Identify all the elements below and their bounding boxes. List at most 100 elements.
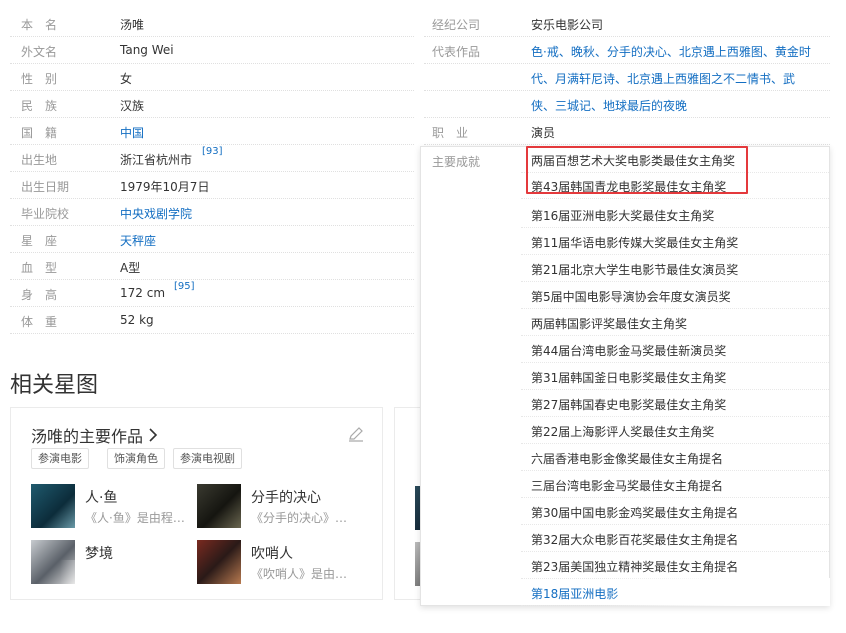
info-row-agency: 经纪公司 安乐电影公司 (424, 10, 830, 37)
divider (521, 281, 829, 282)
info-value: 安乐电影公司 (531, 18, 604, 32)
fade-overlay (60, 560, 140, 590)
achievement-item: 第23届美国独立精神奖最佳女主角提名 (531, 560, 739, 574)
works-line-1[interactable]: 色·戒、晚秋、分手的决心、北京遇上西雅图、黄金时 (531, 43, 811, 60)
tag-tv[interactable]: 参演电视剧 (173, 448, 242, 469)
info-label: 民 族 (21, 99, 58, 113)
info-row-works-cont: 侠、三城记、地球最后的夜晚 (424, 91, 830, 118)
info-row: 出生地 浙江省杭州市 [93] (10, 145, 414, 172)
achievement-item: 三届台湾电影金马奖最佳女主角提名 (531, 479, 724, 493)
info-label: 体 重 (21, 315, 58, 329)
info-label: 本 名 (21, 18, 58, 32)
info-row: 国 籍 中国 (10, 118, 414, 145)
work-item[interactable]: 分手的决心 《分手的决心》… (197, 484, 367, 530)
info-label: 毕业院校 (21, 207, 70, 221)
achievement-item: 第32届大众电影百花奖最佳女主角提名 (531, 533, 739, 547)
info-label: 职 业 (432, 126, 469, 140)
achievement-item: 第44届台湾电影金马奖最佳新演员奖 (531, 344, 727, 358)
info-value[interactable]: 中国 (120, 124, 144, 141)
work-poster (197, 540, 241, 584)
info-value[interactable]: 天秤座 (120, 232, 156, 249)
work-title: 人·鱼 (85, 490, 118, 506)
achievement-item: 六届香港电影金像奖最佳女主角提名 (531, 452, 724, 466)
info-row: 本 名 汤唯 (10, 10, 414, 37)
edit-pencil-icon[interactable] (348, 426, 363, 442)
achievement-item: 第5届中国电影导演协会年度女演员奖 (531, 290, 731, 304)
info-row: 民 族 汉族 (10, 91, 414, 118)
info-row: 体 重 52 kg (10, 307, 414, 334)
info-label: 经纪公司 (432, 18, 481, 32)
card-title-text: 汤唯的主要作品 (31, 427, 144, 446)
achievement-item: 第22届上海影评人奖最佳女主角奖 (531, 425, 715, 439)
info-value: 浙江省杭州市 (120, 153, 193, 167)
divider (521, 389, 829, 390)
info-value: A型 (120, 261, 141, 275)
chevron-right-icon (148, 427, 158, 446)
info-value: 1979年10月7日 (120, 180, 210, 194)
achievements-popup: 主要成就 两届百想艺术大奖电影类最佳女主角奖 第43届韩国青龙电影奖最佳女主角奖第… (420, 146, 830, 606)
achievements-label: 主要成就 (432, 155, 481, 169)
info-value: 172 cm (120, 286, 166, 300)
achievement-item: 两届韩国影评奖最佳女主角奖 (531, 317, 688, 331)
divider (521, 470, 829, 471)
info-value: 汉族 (120, 99, 145, 113)
info-label: 代表作品 (432, 45, 481, 59)
info-value: 女 (120, 72, 133, 86)
info-row-works-cont: 代、月满轩尼诗、北京遇上西雅图之不二情书、武 (424, 64, 830, 91)
divider (521, 254, 829, 255)
achievement-item: 第30届中国电影金鸡奖最佳女主角提名 (531, 506, 739, 520)
achievement-item: 第31届韩国釜日电影奖最佳女主角奖 (531, 371, 727, 385)
works-line-3[interactable]: 侠、三城记、地球最后的夜晚 (531, 97, 687, 114)
info-row: 血 型 A型 (10, 253, 414, 280)
info-value: 演员 (531, 126, 556, 140)
citation-link[interactable]: [93] (202, 146, 223, 157)
tag-roles[interactable]: 饰演角色 (107, 448, 165, 469)
work-poster (31, 484, 75, 528)
divider (521, 416, 829, 417)
divider (521, 551, 829, 552)
divider (521, 362, 829, 363)
achievement-item: 第16届亚洲电影大奖最佳女主角奖 (531, 209, 715, 223)
section-title: 相关星图 (10, 373, 99, 398)
card-title[interactable]: 汤唯的主要作品 (31, 423, 158, 447)
info-label: 血 型 (21, 261, 58, 275)
info-label: 出生日期 (21, 180, 70, 194)
info-label: 性 别 (21, 72, 58, 86)
tag-movies[interactable]: 参演电影 (31, 448, 89, 469)
highlight-box (526, 146, 748, 194)
achievement-item: 第27届韩国春史电影奖最佳女主角奖 (531, 398, 727, 412)
info-row: 性 别女 (10, 64, 414, 91)
citation-link[interactable]: [95] (174, 281, 195, 292)
info-row-works: 代表作品 色·戒、晚秋、分手的决心、北京遇上西雅图、黄金时 (424, 37, 830, 64)
info-row: 星 座 天秤座 (10, 226, 414, 253)
achievement-item: 第21届北京大学生电影节最佳女演员奖 (531, 263, 739, 277)
info-row: 身 高 172 cm [95] (10, 280, 414, 307)
info-row: 毕业院校 中央戏剧学院 (10, 199, 414, 226)
info-value[interactable]: 中央戏剧学院 (120, 205, 192, 222)
info-row: 出生日期 1979年10月7日 (10, 172, 414, 199)
work-title: 分手的决心 (251, 490, 321, 506)
work-title: 吹哨人 (251, 546, 293, 562)
achievement-item: 第11届华语电影传媒大奖最佳女主角奖 (531, 236, 739, 250)
divider (521, 497, 829, 498)
info-row: 外文名 Tang Wei (10, 37, 414, 64)
info-value: Tang Wei (120, 43, 174, 57)
info-value: 52 kg (120, 313, 154, 327)
work-desc: 《吹哨人》是由… (251, 567, 348, 581)
info-row-job: 职 业 演员 (424, 118, 830, 145)
info-label: 外文名 (21, 45, 58, 59)
divider (521, 227, 829, 228)
divider (521, 308, 829, 309)
fade-overlay (600, 578, 830, 606)
work-item[interactable]: 人·鱼 《人·鱼》是由程… (31, 484, 201, 530)
info-value: 汤唯 (120, 18, 145, 32)
info-label: 星 座 (21, 234, 58, 248)
info-label: 出生地 (21, 153, 58, 167)
divider (521, 443, 829, 444)
works-line-2[interactable]: 代、月满轩尼诗、北京遇上西雅图之不二情书、武 (531, 70, 795, 87)
work-poster (197, 484, 241, 528)
info-label: 国 籍 (21, 126, 58, 140)
divider (521, 335, 829, 336)
work-item[interactable]: 吹哨人 《吹哨人》是由… (197, 540, 367, 586)
work-desc: 《人·鱼》是由程… (85, 511, 185, 525)
